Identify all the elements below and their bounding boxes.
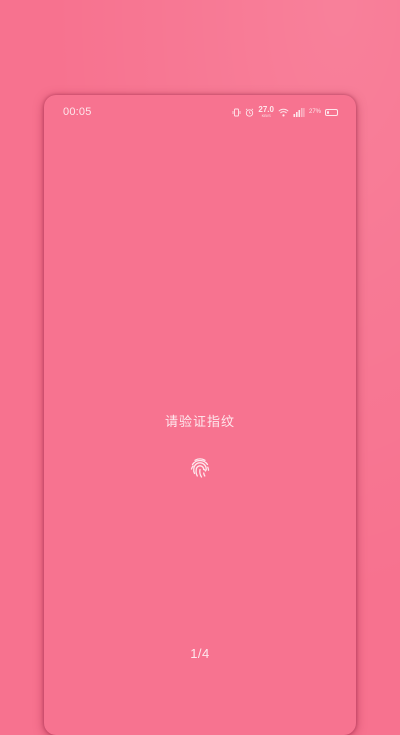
battery-icon <box>325 108 338 116</box>
wifi-icon <box>278 108 289 117</box>
fingerprint-icon[interactable] <box>188 456 212 480</box>
alarm-icon <box>245 107 254 117</box>
verify-fingerprint-prompt: 请验证指纹 <box>164 415 235 430</box>
battery-level <box>327 110 329 114</box>
page-indicator: 1/4 <box>190 646 210 661</box>
status-icons: 27.0 KB/S 27% <box>232 106 338 118</box>
vibrate-icon <box>232 108 241 117</box>
battery-percent: 27% <box>308 109 321 115</box>
cellular-signal-icon <box>293 107 305 117</box>
network-speed: 27.0 KB/S <box>258 106 274 118</box>
status-time: 00:05 <box>63 106 92 118</box>
lock-screen-card: 00:05 27.0 KB/S 27% 请验证指纹 1/4 <box>44 95 356 735</box>
status-bar: 00:05 27.0 KB/S 27% <box>44 95 356 131</box>
network-speed-unit: KB/S <box>261 113 271 118</box>
